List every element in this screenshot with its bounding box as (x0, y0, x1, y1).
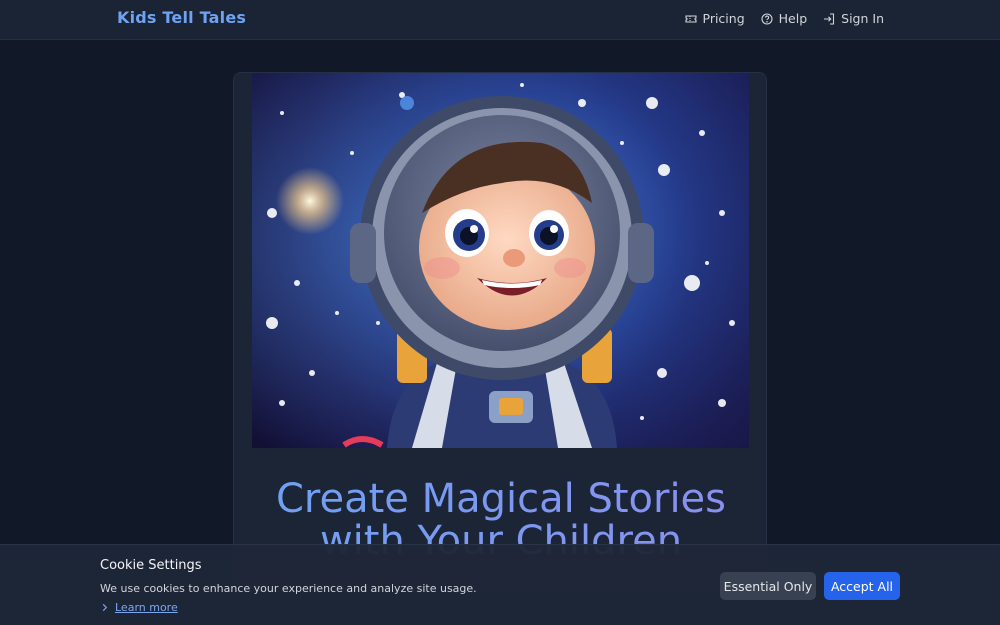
sign-in-icon (824, 12, 835, 25)
cookie-title: Cookie Settings (100, 558, 202, 573)
learn-more-link[interactable]: Learn more (100, 601, 178, 614)
main-nav: Pricing Help Sign In (684, 11, 884, 26)
essential-only-button[interactable]: Essential Only (720, 572, 816, 600)
nav-help-link[interactable]: Help (761, 11, 808, 26)
top-navigation-bar: Kids Tell Tales Pricing Help Sign In (0, 0, 1000, 40)
nav-sign-in-label: Sign In (841, 11, 884, 26)
nav-pricing-link[interactable]: Pricing (684, 11, 745, 26)
astronaut-child-illustration (252, 73, 749, 448)
nav-help-label: Help (778, 11, 808, 26)
brand-logo-text[interactable]: Kids Tell Tales (117, 8, 246, 27)
cookie-banner: Cookie Settings We use cookies to enhanc… (0, 544, 1000, 625)
chevron-right-icon (102, 603, 108, 612)
cookie-description: We use cookies to enhance your experienc… (100, 582, 477, 595)
accept-all-button[interactable]: Accept All (824, 572, 900, 600)
help-circle-icon (761, 12, 773, 25)
nav-sign-in-link[interactable]: Sign In (823, 11, 884, 26)
ticket-icon (684, 14, 697, 23)
hero-image (252, 73, 749, 448)
learn-more-label: Learn more (115, 601, 178, 614)
nav-pricing-label: Pricing (702, 11, 745, 26)
hero-card: Create Magical Stories with Your Childre… (233, 72, 767, 592)
